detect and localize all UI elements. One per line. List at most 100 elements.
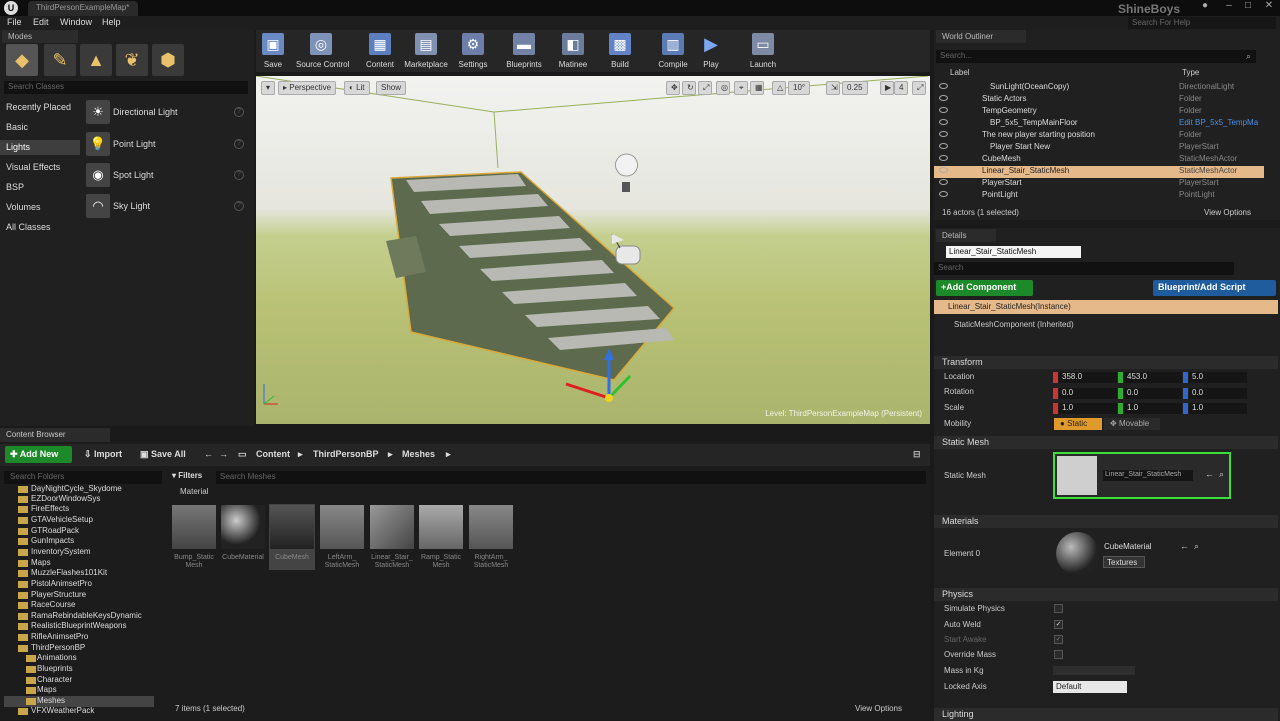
source-control-button[interactable]: ◎ Source Control bbox=[296, 32, 349, 72]
menu-file[interactable]: File bbox=[7, 17, 22, 27]
filter-chip-material[interactable]: Material bbox=[180, 487, 208, 496]
outliner-row[interactable]: Player Start New PlayerStart bbox=[934, 142, 1264, 154]
rotation-snap-icon[interactable]: △ bbox=[772, 81, 786, 95]
outliner-row[interactable]: Static Actors Folder bbox=[934, 94, 1264, 106]
grid-snap-icon[interactable]: ▦ bbox=[750, 81, 764, 95]
locked-axis-dropdown[interactable]: Default bbox=[1053, 681, 1127, 693]
outliner-row[interactable]: TempGeometry Folder bbox=[934, 106, 1264, 118]
scale-snap-value[interactable]: 0.25 bbox=[842, 81, 868, 95]
marketplace-button[interactable]: ▤ Marketplace bbox=[401, 32, 451, 72]
row-type-link[interactable]: Edit BP_5x5_TempMa bbox=[1179, 118, 1258, 127]
folder-row[interactable]: RifleAnimsetPro bbox=[4, 632, 154, 643]
viewport-options-button[interactable]: ▾ bbox=[261, 81, 275, 95]
visibility-icon[interactable] bbox=[939, 83, 948, 89]
asset-tile[interactable]: Linear_Stair_ StaticMesh bbox=[369, 504, 415, 570]
menu-help[interactable]: Help bbox=[102, 17, 121, 27]
blueprints-button[interactable]: ▬ Blueprints bbox=[499, 32, 549, 72]
build-button[interactable]: ▩ Build bbox=[595, 32, 645, 72]
rotation-x-field[interactable]: 0.0 bbox=[1059, 388, 1117, 399]
maximize-icon[interactable]: □ bbox=[1241, 0, 1255, 12]
add-new-button[interactable]: ✚ Add New bbox=[5, 446, 72, 463]
auto-weld-checkbox[interactable]: ✓ bbox=[1054, 620, 1063, 629]
folder-row[interactable]: MuzzleFlashes101Kit bbox=[4, 568, 154, 579]
folder-row[interactable]: PistolAnimsetPro bbox=[4, 579, 154, 590]
folder-row[interactable]: FireEffects bbox=[4, 504, 154, 515]
category-bsp[interactable]: BSP bbox=[6, 182, 24, 192]
breadcrumb-thirdpersonbp[interactable]: ThirdPersonBP bbox=[313, 449, 379, 459]
visibility-icon[interactable] bbox=[939, 95, 948, 101]
breadcrumb-content[interactable]: Content bbox=[256, 449, 290, 459]
menu-edit[interactable]: Edit bbox=[33, 17, 49, 27]
category-all-classes[interactable]: All Classes bbox=[6, 222, 51, 232]
transform-section-header[interactable]: Transform bbox=[934, 356, 1278, 369]
world-local-icon[interactable]: ◎ bbox=[716, 81, 730, 95]
mobility-movable-button[interactable]: ✥ Movable bbox=[1104, 418, 1160, 430]
level-tab[interactable]: ThirdPersonExampleMap* bbox=[28, 1, 138, 16]
outliner-row[interactable]: CubeMesh StaticMeshActor bbox=[934, 154, 1264, 166]
lock-icon[interactable]: ⊟ bbox=[913, 449, 921, 460]
simulate-physics-checkbox[interactable] bbox=[1054, 604, 1063, 613]
material-thumbnail[interactable] bbox=[1056, 532, 1099, 575]
asset-tile[interactable]: RightArm_ StaticMesh bbox=[468, 504, 514, 570]
import-button[interactable]: ⇩ Import bbox=[84, 449, 122, 460]
category-basic[interactable]: Basic bbox=[6, 122, 28, 132]
override-mass-checkbox[interactable] bbox=[1054, 650, 1063, 659]
translate-mode-icon[interactable]: ✥ bbox=[666, 81, 680, 95]
minimize-icon[interactable]: – bbox=[1222, 0, 1236, 12]
component-row[interactable]: StaticMeshComponent (Inherited) bbox=[954, 320, 1074, 329]
asset-sky-light[interactable]: ◠ Sky Light ? bbox=[84, 192, 250, 222]
asset-tile[interactable]: LeftArm_ StaticMesh bbox=[319, 504, 365, 570]
camera-speed-value[interactable]: 4 bbox=[894, 81, 909, 95]
outliner-row[interactable]: The new player starting position Folder bbox=[934, 130, 1264, 142]
save-all-button[interactable]: ▣ Save All bbox=[140, 449, 186, 460]
asset-tile-selected[interactable]: CubeMesh bbox=[269, 504, 315, 570]
visibility-icon[interactable] bbox=[939, 191, 948, 197]
rotation-z-field[interactable]: 0.0 bbox=[1189, 388, 1247, 399]
blueprint-add-script-button[interactable]: Blueprint/Add Script bbox=[1153, 280, 1276, 296]
physics-section-header[interactable]: Physics bbox=[934, 588, 1278, 601]
info-icon[interactable]: ? bbox=[234, 170, 244, 180]
camera-speed-icon[interactable]: ▶ bbox=[880, 81, 894, 95]
content-browser-view-options[interactable]: View Options bbox=[855, 704, 902, 713]
info-icon[interactable]: ? bbox=[234, 107, 244, 117]
scale-snap-icon[interactable]: ⇲ bbox=[826, 81, 840, 95]
asset-point-light[interactable]: 💡 Point Light ? bbox=[84, 130, 250, 160]
help-search-input[interactable]: Search For Help bbox=[1128, 17, 1276, 29]
scale-z-field[interactable]: 1.0 bbox=[1189, 403, 1247, 414]
info-icon[interactable]: ? bbox=[234, 139, 244, 149]
visibility-icon[interactable] bbox=[939, 179, 948, 185]
static-mesh-section-header[interactable]: Static Mesh bbox=[934, 436, 1278, 449]
back-icon[interactable]: ← bbox=[204, 449, 213, 459]
folder-row[interactable]: Animations bbox=[4, 653, 154, 664]
asset-spot-light[interactable]: ◉ Spot Light ? bbox=[84, 161, 250, 191]
info-icon[interactable]: ? bbox=[234, 201, 244, 211]
browse-icon[interactable]: ⌕ bbox=[1219, 469, 1224, 480]
landscape-mode-icon[interactable]: ▲ bbox=[80, 44, 112, 76]
folder-row[interactable]: RealisticBlueprintWeapons bbox=[4, 621, 154, 632]
rotate-mode-icon[interactable]: ↻ bbox=[682, 81, 696, 95]
folder-row[interactable]: Maps bbox=[4, 685, 154, 696]
visibility-icon[interactable] bbox=[939, 119, 948, 125]
outliner-label-header[interactable]: Label bbox=[950, 68, 970, 77]
content-browser-tab[interactable]: Content Browser bbox=[0, 428, 110, 442]
folder-row[interactable]: InventorySystem bbox=[4, 547, 154, 558]
level-viewport[interactable]: ▾ ▸ Perspective ◐ Lit Show ✥ ↻ ⤢ ◎ ⌖ ▦ △… bbox=[256, 76, 930, 424]
rotation-snap-value[interactable]: 10° bbox=[788, 81, 811, 95]
geometry-mode-icon[interactable]: ⬢ bbox=[152, 44, 184, 76]
outliner-row[interactable]: PlayerStart PlayerStart bbox=[934, 178, 1264, 190]
settings-button[interactable]: ⚙ Settings bbox=[448, 32, 498, 72]
paint-mode-icon[interactable]: ✎ bbox=[44, 44, 76, 76]
outliner-view-options[interactable]: View Options bbox=[1204, 208, 1251, 217]
rotation-y-field[interactable]: 0.0 bbox=[1124, 388, 1182, 399]
location-y-field[interactable]: 453.0 bbox=[1124, 372, 1182, 383]
class-search-input[interactable]: Search Classes bbox=[4, 81, 248, 94]
textures-dropdown[interactable]: Textures bbox=[1103, 556, 1145, 568]
use-selected-icon[interactable]: ← bbox=[1205, 469, 1214, 479]
asset-directional-light[interactable]: ☀ Directional Light ? bbox=[84, 98, 250, 128]
outliner-row[interactable]: PointLight PointLight bbox=[934, 190, 1264, 202]
browse-icon[interactable]: ⌕ bbox=[1194, 541, 1199, 552]
surface-snap-icon[interactable]: ⌖ bbox=[734, 81, 748, 95]
breadcrumb-meshes[interactable]: Meshes bbox=[402, 449, 435, 459]
actor-name-input[interactable]: Linear_Stair_StaticMesh bbox=[946, 246, 1081, 258]
close-icon[interactable]: ✕ bbox=[1262, 0, 1276, 12]
